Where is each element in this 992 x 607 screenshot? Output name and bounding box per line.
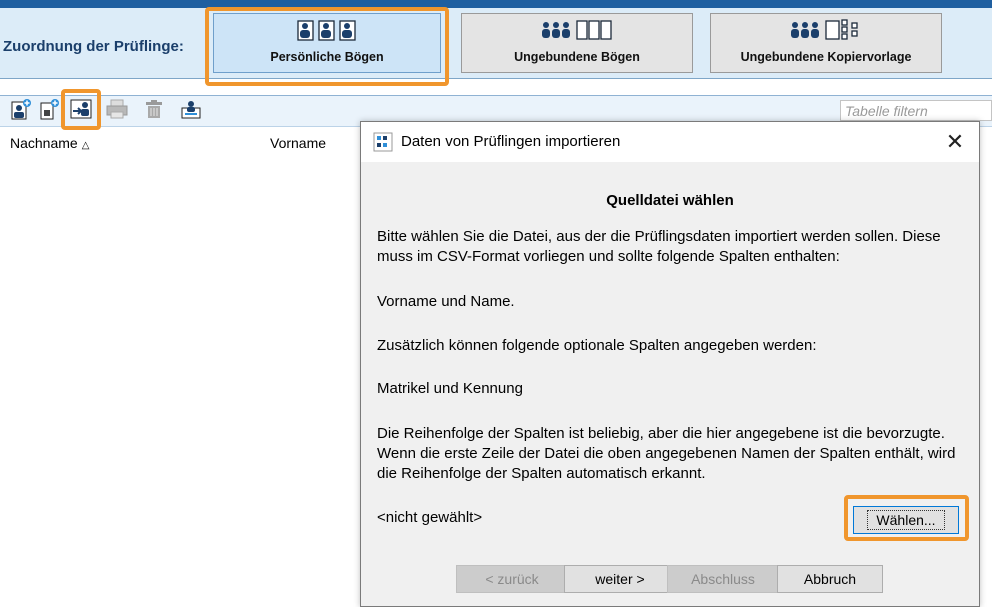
assignment-label: Zuordnung der Prüflinge: — [3, 38, 184, 55]
dialog-optional-columns: Matrikel und Kennung — [377, 380, 523, 397]
dialog-optional-intro: Zusätzlich können folgende optionale Spa… — [377, 337, 817, 354]
column-label: Vorname — [270, 135, 327, 151]
export-person-icon — [180, 98, 202, 125]
next-button[interactable]: weiter > — [564, 565, 676, 593]
window-title-strip — [0, 0, 992, 8]
mode-label: Ungebundene Kopiervorlage — [740, 50, 912, 64]
persons-blank-sheets-icon — [541, 18, 613, 42]
cancel-button[interactable]: Abbruch — [777, 565, 883, 593]
persons-copy-template-icon — [790, 18, 862, 42]
choose-file-button[interactable]: Wählen... — [853, 506, 959, 534]
dialog-intro-text: Bitte wählen Sie die Datei, aus der die … — [377, 228, 941, 265]
persons-sheets-icon — [296, 18, 358, 42]
import-wizard-icon — [373, 132, 393, 157]
import-persons-icon — [70, 98, 92, 125]
table-filter-input[interactable] — [840, 100, 992, 121]
mode-personal-sheets-button[interactable]: Persönliche Bögen — [213, 13, 441, 73]
assignment-header: Zuordnung der Prüflinge: Persönliche Bög… — [0, 8, 992, 79]
column-header-lastname[interactable]: Nachname △ — [10, 135, 89, 151]
export-person-button[interactable] — [178, 99, 204, 123]
column-header-firstname[interactable]: Vorname — [270, 135, 326, 151]
mode-label: Ungebundene Bögen — [514, 50, 640, 64]
import-dialog: Daten von Prüflingen importieren ✕ Quell… — [360, 121, 980, 607]
delete-button[interactable] — [141, 99, 167, 123]
print-icon — [105, 98, 129, 125]
column-label: Nachname — [10, 135, 78, 151]
back-button[interactable]: < zurück — [456, 565, 568, 593]
add-person-sheet-icon — [38, 98, 60, 125]
dialog-order-note: Die Reihenfolge der Spalten ist beliebig… — [377, 425, 956, 482]
mode-label: Persönliche Bögen — [270, 50, 384, 64]
dialog-title-bar: Daten von Prüflingen importieren ✕ — [361, 122, 979, 162]
dialog-heading: Quelldatei wählen — [606, 192, 734, 209]
import-persons-button[interactable] — [68, 99, 94, 123]
finish-button[interactable]: Abschluss — [667, 565, 779, 593]
selected-file-label: <nicht gewählt> — [377, 509, 483, 526]
mode-blank-sheets-button[interactable]: Ungebundene Bögen — [461, 13, 693, 73]
add-person-button[interactable] — [8, 98, 34, 125]
dialog-required-columns: Vorname und Name. — [377, 293, 515, 310]
print-button[interactable] — [104, 99, 130, 123]
delete-icon — [143, 98, 165, 125]
close-icon[interactable]: ✕ — [941, 128, 969, 156]
add-person-sheet-button[interactable] — [36, 98, 62, 125]
add-person-icon — [10, 98, 32, 125]
sort-ascending-icon: △ — [81, 140, 90, 151]
mode-copy-template-button[interactable]: Ungebundene Kopiervorlage — [710, 13, 942, 73]
dialog-title: Daten von Prüflingen importieren — [401, 133, 621, 150]
choose-file-label: Wählen... — [867, 510, 945, 530]
